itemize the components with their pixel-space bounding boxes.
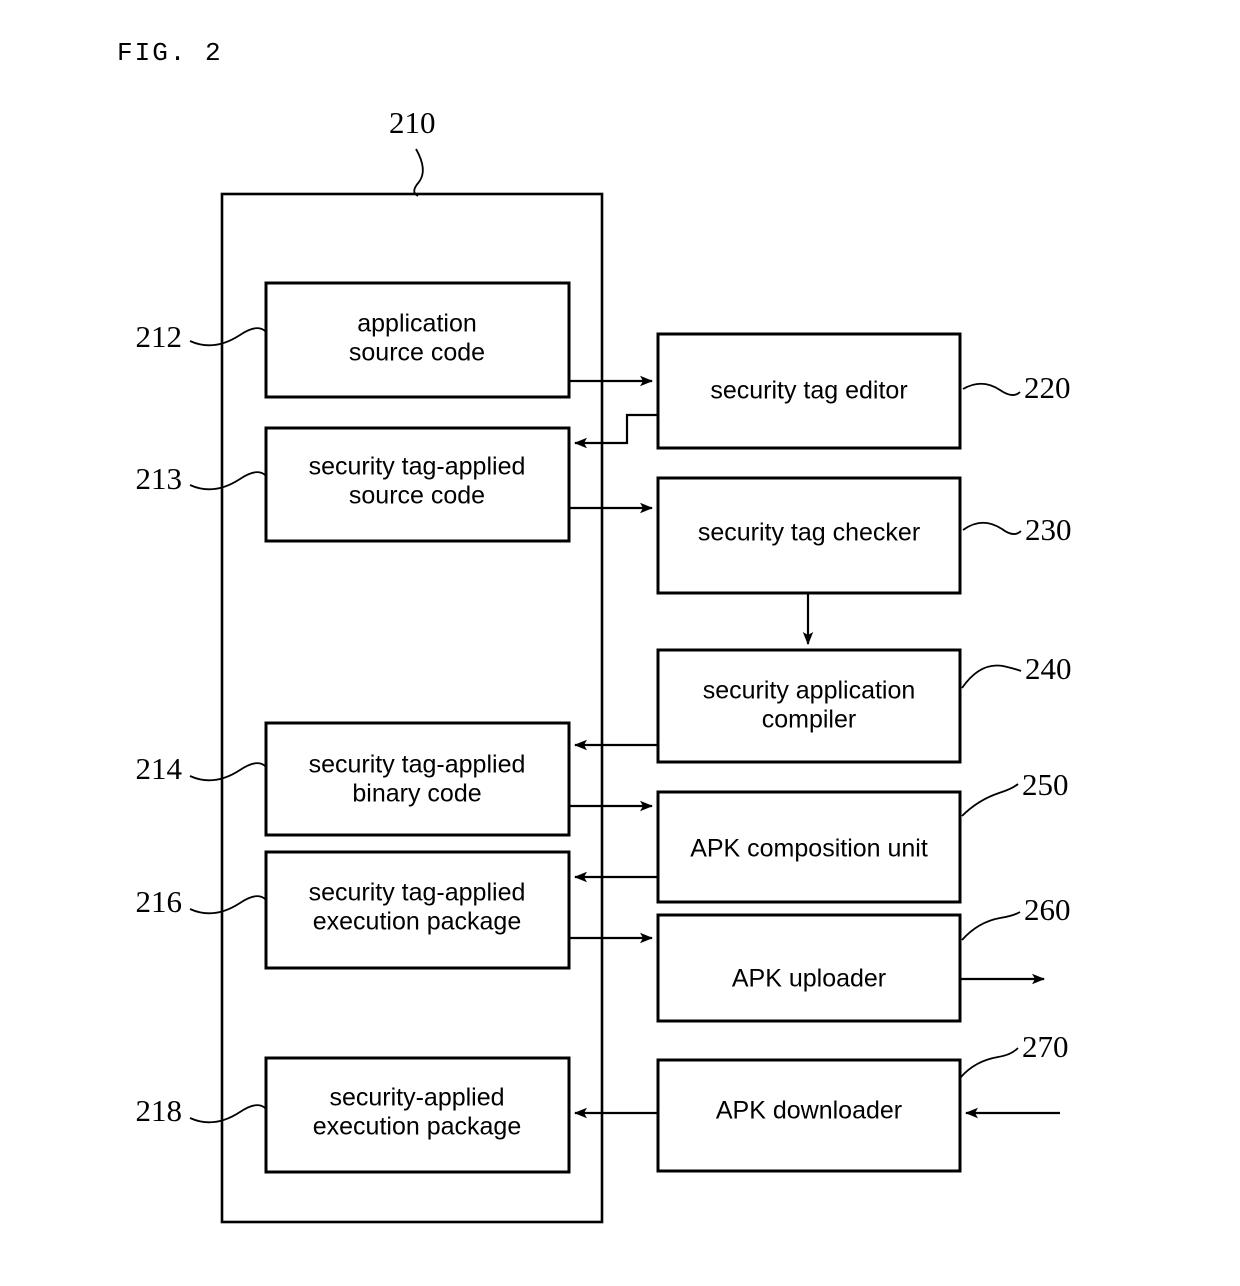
block-260: APK uploader [656,913,962,1023]
ref-number-250: 250 [1022,767,1069,802]
block-212-line-1: source code [349,339,485,367]
block-240-line-1: compiler [762,706,856,734]
leader-218 [189,1104,267,1124]
ref-number-213: 213 [136,461,183,496]
leader-260 [961,911,1021,941]
block-270-line-0: APK downloader [716,1097,902,1125]
leader-220 [962,382,1021,396]
block-214-line-0: security tag-applied [309,751,526,779]
block-213-line-0: security tag-applied [309,453,526,481]
block-260-line-0: APK uploader [732,965,886,993]
leader-270 [960,1047,1019,1078]
block-diagram: application source code security tag-app… [136,105,1072,1224]
block-213-line-1: source code [349,482,485,510]
ref-number-260: 260 [1024,892,1071,927]
leader-216 [189,895,267,915]
leader-210 [413,148,424,197]
block-214-line-1: binary code [352,780,481,808]
ref-number-240: 240 [1025,651,1072,686]
block-218: security-applied execution package [264,1056,571,1174]
ref-number-270: 270 [1022,1029,1069,1064]
block-218-line-1: execution package [313,1113,521,1141]
ref-number-214: 214 [136,751,183,786]
block-230-line-0: security tag checker [698,519,920,547]
figure-page: FIG. 2 application source code security … [0,0,1240,1286]
block-220: security tag editor [656,332,962,450]
block-250: APK composition unit [656,790,962,904]
leader-214 [189,762,267,782]
block-216: security tag-applied execution package [264,850,571,970]
ref-number-210: 210 [389,105,436,140]
block-230: security tag checker [656,476,962,595]
ref-number-212: 212 [136,319,183,354]
block-240-line-0: security application [703,677,916,705]
block-212: application source code [264,281,571,399]
leader-230 [962,521,1022,535]
block-270: APK downloader [656,1058,962,1173]
ref-number-218: 218 [136,1093,183,1128]
connector-220-to-213 [574,413,658,449]
block-218-line-0: security-applied [329,1084,504,1112]
leader-213 [189,471,267,491]
ref-number-220: 220 [1024,370,1071,405]
block-213: security tag-applied source code [264,426,571,543]
block-240: security application compiler [656,648,962,764]
block-250-line-0: APK composition unit [690,835,928,863]
ref-number-230: 230 [1025,512,1072,547]
block-212-line-0: application [357,310,477,338]
block-216-line-1: execution package [313,908,521,936]
block-214: security tag-applied binary code [264,721,571,837]
leader-240 [961,664,1022,689]
block-216-line-0: security tag-applied [309,879,526,907]
block-220-line-0: security tag editor [710,377,907,405]
leader-212 [189,327,267,347]
leader-250 [961,783,1019,817]
ref-number-216: 216 [136,884,183,919]
